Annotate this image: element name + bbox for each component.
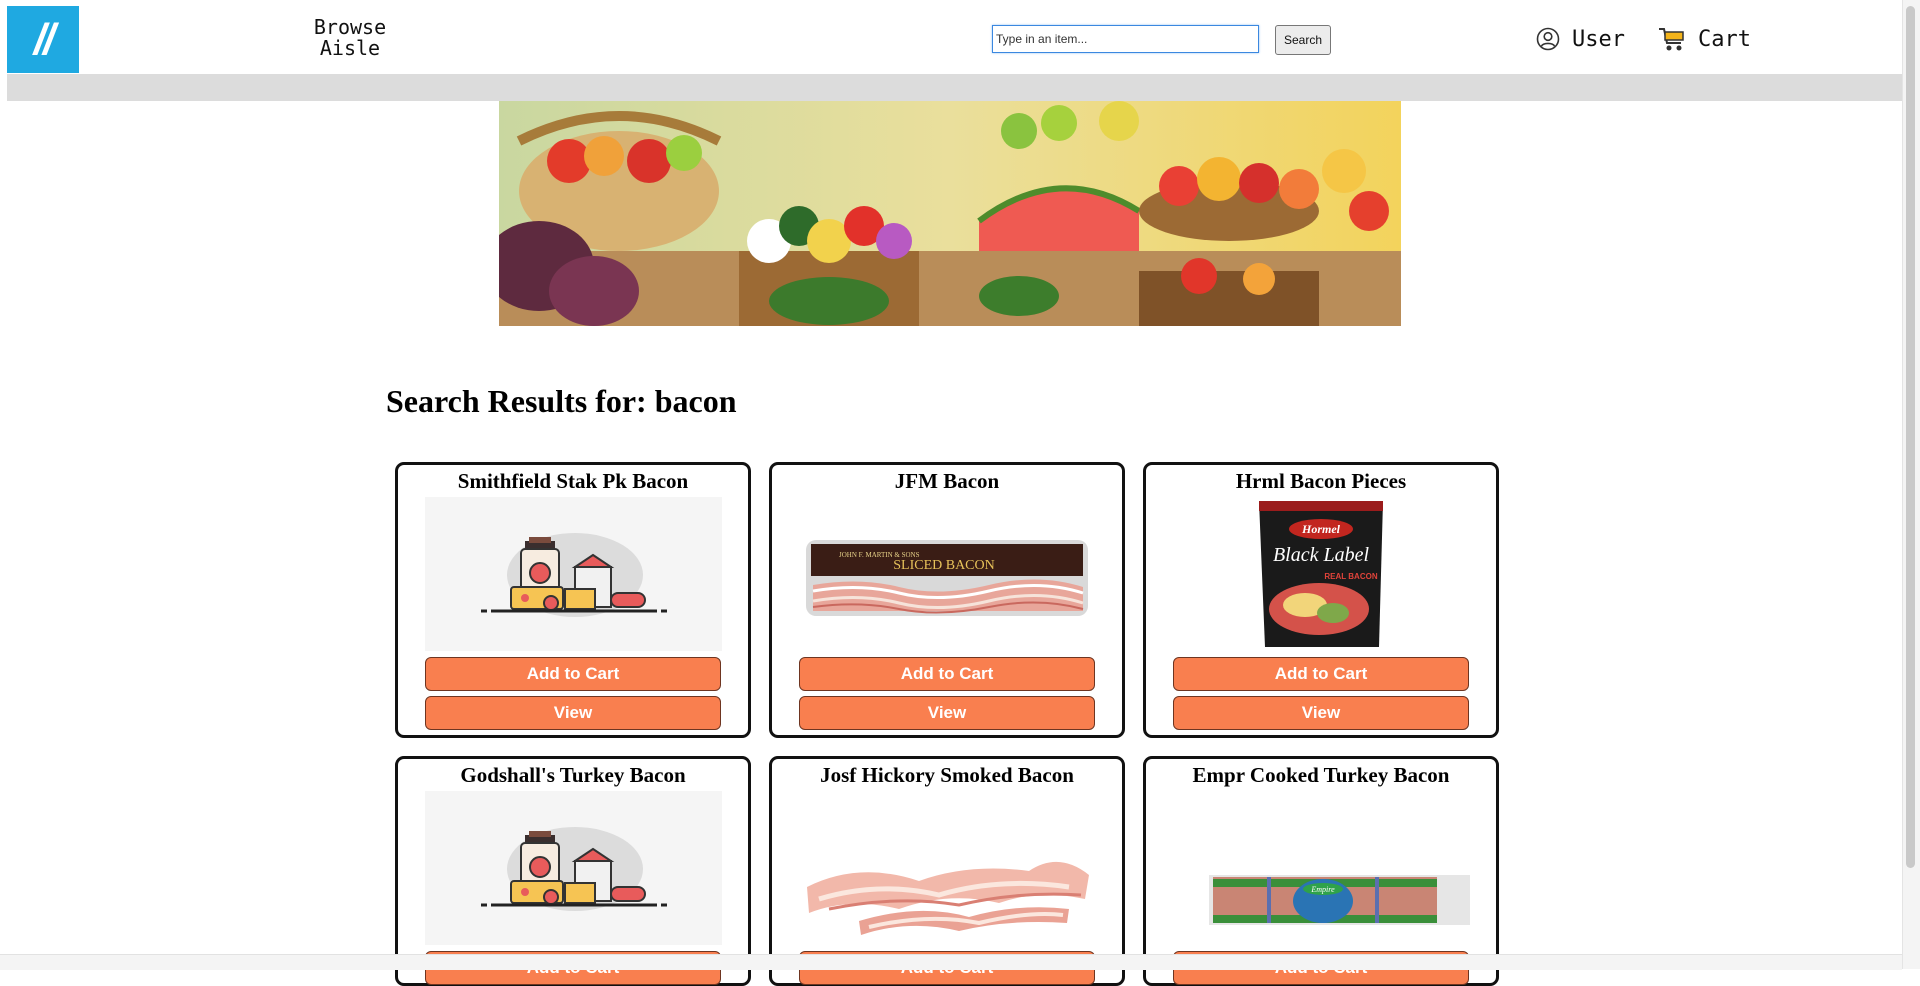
product-name: Josf Hickory Smoked Bacon xyxy=(820,763,1074,787)
product-image-placeholder[interactable] xyxy=(425,497,722,651)
product-card: Empr Cooked Turkey Bacon Empire Add to C… xyxy=(1143,756,1499,986)
product-card: Josf Hickory Smoked Bacon Add to Cart xyxy=(769,756,1125,986)
search-input[interactable] xyxy=(992,25,1259,53)
user-link[interactable]: User xyxy=(1536,22,1625,56)
brand-line-2: Aisle xyxy=(319,36,381,60)
add-to-cart-button[interactable]: Add to Cart xyxy=(799,657,1095,691)
product-name: JFM Bacon xyxy=(894,469,1000,493)
site-logo[interactable]: // xyxy=(7,6,79,73)
view-button[interactable]: View xyxy=(1173,696,1469,730)
product-image-turkey-bacon[interactable]: Empire xyxy=(1173,791,1470,945)
product-label: REAL BACON xyxy=(1324,572,1377,581)
product-image-placeholder[interactable] xyxy=(425,791,722,945)
product-name: Godshall's Turkey Bacon xyxy=(460,763,686,787)
brand-label: Empire xyxy=(1310,885,1335,894)
brand-line-1: Browse xyxy=(313,15,387,39)
product-card: Smithfield Stak Pk Bacon Add to Cart Vie… xyxy=(395,462,751,738)
cart-link[interactable]: Cart xyxy=(1658,22,1751,56)
user-label: User xyxy=(1572,26,1625,52)
product-image-bacon-pieces[interactable]: Hormel Black Label REAL BACON xyxy=(1173,497,1470,651)
brand-label: Hormel xyxy=(1301,522,1341,536)
search-button[interactable]: Search xyxy=(1275,25,1331,55)
logo-slashes: // xyxy=(33,14,55,64)
view-button[interactable]: View xyxy=(425,696,721,730)
product-card: Godshall's Turkey Bacon Add to Cart xyxy=(395,756,751,986)
scrollbar-thumb[interactable] xyxy=(1906,6,1915,868)
horizontal-scrollbar[interactable] xyxy=(0,954,1902,970)
brand-name[interactable]: Browse Aisle xyxy=(300,17,400,59)
product-line-label: Black Label xyxy=(1273,544,1370,566)
site-header: // Browse Aisle Search User Cart xyxy=(0,0,1902,74)
hero-banner-produce-image xyxy=(499,101,1401,326)
cart-label: Cart xyxy=(1698,26,1751,52)
product-label: SLICED BACON xyxy=(893,558,995,573)
cart-icon xyxy=(1659,28,1684,51)
product-card: Hrml Bacon Pieces Hormel Black Label REA… xyxy=(1143,462,1499,738)
add-to-cart-button[interactable]: Add to Cart xyxy=(425,657,721,691)
search-results-heading: Search Results for: bacon xyxy=(386,383,737,419)
product-card: JFM Bacon JOHN F. MARTIN & SONS SLICED B… xyxy=(769,462,1125,738)
user-icon xyxy=(1536,27,1560,51)
add-to-cart-button[interactable]: Add to Cart xyxy=(1173,657,1469,691)
product-name: Empr Cooked Turkey Bacon xyxy=(1192,763,1450,787)
nav-bar xyxy=(7,74,1902,101)
product-name: Hrml Bacon Pieces xyxy=(1235,469,1407,493)
view-button[interactable]: View xyxy=(799,696,1095,730)
product-name: Smithfield Stak Pk Bacon xyxy=(457,469,689,493)
product-image-bacon-strips[interactable] xyxy=(799,791,1096,945)
product-image-sliced-bacon[interactable]: JOHN F. MARTIN & SONS SLICED BACON xyxy=(799,497,1096,651)
